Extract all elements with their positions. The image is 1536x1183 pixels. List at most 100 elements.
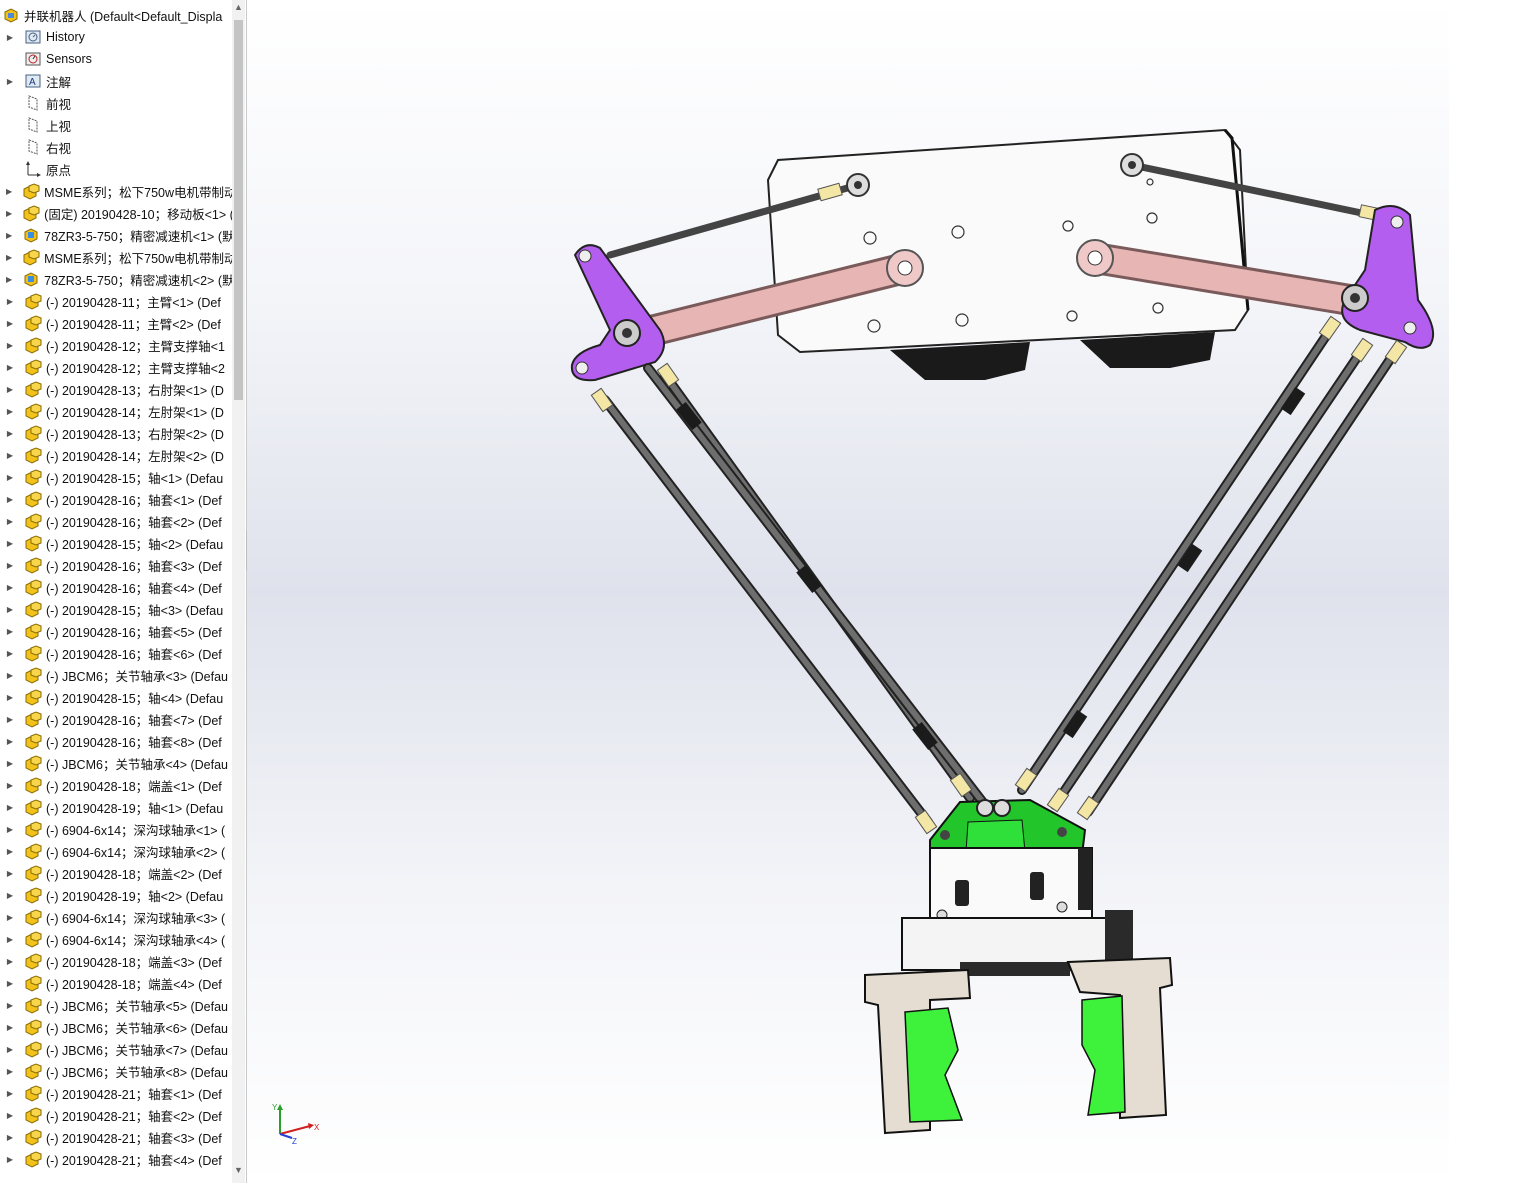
scroll-up-icon[interactable]: ▲ <box>234 2 243 12</box>
tree-item[interactable]: ▶ (-) 6904-6x14；深沟球轴承<4> ( <box>0 928 232 950</box>
tree-item[interactable]: Sensors <box>0 48 232 70</box>
tree-item[interactable]: ▶ (-) 20190428-16；轴套<6> (Def <box>0 642 232 664</box>
tree-item[interactable]: ▶ (-) 6904-6x14；深沟球轴承<2> ( <box>0 840 232 862</box>
expand-arrow-icon[interactable]: ▶ <box>6 972 14 994</box>
tree-item[interactable]: ▶ (-) JBCM6；关节轴承<8> (Defau <box>0 1060 232 1082</box>
expand-arrow-icon[interactable]: ▶ <box>6 334 14 356</box>
expand-arrow-icon[interactable]: ▶ <box>6 642 14 664</box>
expand-arrow-icon[interactable]: ▶ <box>6 356 14 378</box>
expand-arrow-icon[interactable]: ▶ <box>6 510 14 532</box>
tree-item[interactable]: 上视 <box>0 114 232 136</box>
expand-arrow-icon[interactable]: ▶ <box>6 752 14 774</box>
tree-item[interactable]: ▶ (-) 20190428-16；轴套<3> (Def <box>0 554 232 576</box>
tree-item[interactable]: ▶ (-) 20190428-15；轴<1> (Defau <box>0 466 232 488</box>
expand-arrow-icon[interactable]: ▶ <box>6 620 14 642</box>
tree-item[interactable]: ▶ (-) 20190428-13；右肘架<2> (D <box>0 422 232 444</box>
tree-item[interactable]: ▶ (-) 6904-6x14；深沟球轴承<3> ( <box>0 906 232 928</box>
expand-arrow-icon[interactable]: ▶ <box>6 576 14 598</box>
expand-arrow-icon[interactable]: ▶ <box>6 444 14 466</box>
expand-arrow-icon[interactable]: ▶ <box>6 290 14 312</box>
expand-arrow-icon[interactable]: ▶ <box>6 598 14 620</box>
tree-item[interactable]: ▶ 78ZR3-5-750；精密减速机<1> (默 <box>0 224 232 246</box>
expand-arrow-icon[interactable]: ▶ <box>6 664 14 686</box>
tree-item[interactable]: ▶ (-) 20190428-18；端盖<1> (Def <box>0 774 232 796</box>
tree-item[interactable]: ▶ (-) 20190428-18；端盖<2> (Def <box>0 862 232 884</box>
scroll-down-icon[interactable]: ▼ <box>234 1165 243 1175</box>
expand-arrow-icon[interactable]: ▶ <box>6 532 14 554</box>
expand-arrow-icon[interactable]: ▶ <box>6 378 14 400</box>
expand-arrow-icon[interactable]: ▶ <box>6 400 14 422</box>
graphics-viewport[interactable] <box>247 0 1449 1183</box>
expand-arrow-icon[interactable]: ▶ <box>6 906 14 928</box>
expand-arrow-icon[interactable]: ▶ <box>6 1016 14 1038</box>
tree-item[interactable]: ▶ (-) 20190428-21；轴套<3> (Def <box>0 1126 232 1148</box>
expand-arrow-icon[interactable]: ▶ <box>6 26 14 48</box>
tree-scrollbar[interactable]: ▲ ▼ <box>232 0 245 1183</box>
scrollbar-thumb[interactable] <box>234 20 243 400</box>
expand-arrow-icon[interactable]: ▶ <box>6 1082 14 1104</box>
tree-item[interactable]: 原点 <box>0 158 232 180</box>
tree-item[interactable]: ▶ (-) 20190428-16；轴套<8> (Def <box>0 730 232 752</box>
tree-item[interactable]: ▶ (-) 20190428-16；轴套<4> (Def <box>0 576 232 598</box>
tree-item[interactable]: ▶ (-) 20190428-19；轴<1> (Defau <box>0 796 232 818</box>
expand-arrow-icon[interactable]: ▶ <box>6 862 14 884</box>
expand-arrow-icon[interactable]: ▶ <box>6 1148 14 1170</box>
expand-arrow-icon[interactable]: ▶ <box>6 180 12 202</box>
expand-arrow-icon[interactable]: ▶ <box>6 246 12 268</box>
tree-item[interactable]: ▶ (-) 20190428-15；轴<2> (Defau <box>0 532 232 554</box>
tree-item[interactable]: ▶ (固定) 20190428-10；移动板<1> ( <box>0 202 232 224</box>
tree-item[interactable]: ▶ MSME系列；松下750w电机带制动 <box>0 246 232 268</box>
expand-arrow-icon[interactable]: ▶ <box>6 928 14 950</box>
expand-arrow-icon[interactable]: ▶ <box>6 796 14 818</box>
tree-item[interactable]: ▶ (-) 20190428-16；轴套<5> (Def <box>0 620 232 642</box>
tree-item[interactable]: ▶ (-) 20190428-21；轴套<4> (Def <box>0 1148 232 1170</box>
tree-item[interactable]: ▶ (-) 20190428-15；轴<4> (Defau <box>0 686 232 708</box>
tree-item[interactable]: ▶ (-) 20190428-16；轴套<7> (Def <box>0 708 232 730</box>
tree-item[interactable]: ▶ (-) 20190428-11；主臂<1> (Def <box>0 290 232 312</box>
expand-arrow-icon[interactable]: ▶ <box>6 70 14 92</box>
tree-item[interactable]: ▶ (-) 20190428-13；右肘架<1> (D <box>0 378 232 400</box>
expand-arrow-icon[interactable]: ▶ <box>6 1104 14 1126</box>
tree-item[interactable]: ▶ (-) 20190428-18；端盖<4> (Def <box>0 972 232 994</box>
expand-arrow-icon[interactable]: ▶ <box>6 994 14 1016</box>
tree-item[interactable]: ▶ (-) 6904-6x14；深沟球轴承<1> ( <box>0 818 232 840</box>
expand-arrow-icon[interactable]: ▶ <box>6 708 14 730</box>
tree-item[interactable]: ▶ (-) 20190428-11；主臂<2> (Def <box>0 312 232 334</box>
tree-item[interactable]: 前视 <box>0 92 232 114</box>
tree-item[interactable]: ▶ (-) 20190428-15；轴<3> (Defau <box>0 598 232 620</box>
expand-arrow-icon[interactable]: ▶ <box>6 1038 14 1060</box>
tree-item[interactable]: ▶ (-) 20190428-14；左肘架<2> (D <box>0 444 232 466</box>
tree-item[interactable]: ▶ A 注解 <box>0 70 232 92</box>
expand-arrow-icon[interactable]: ▶ <box>6 224 12 246</box>
expand-arrow-icon[interactable]: ▶ <box>6 554 14 576</box>
tree-item[interactable]: ▶ MSME系列；松下750w电机带制动 <box>0 180 232 202</box>
tree-item[interactable]: 右视 <box>0 136 232 158</box>
tree-item[interactable]: ▶ (-) JBCM6；关节轴承<4> (Defau <box>0 752 232 774</box>
tree-item[interactable]: ▶ (-) 20190428-14；左肘架<1> (D <box>0 400 232 422</box>
expand-arrow-icon[interactable]: ▶ <box>6 488 14 510</box>
tree-item[interactable]: ▶ 78ZR3-5-750；精密减速机<2> (默 <box>0 268 232 290</box>
tree-item[interactable]: ▶ (-) JBCM6；关节轴承<6> (Defau <box>0 1016 232 1038</box>
tree-item[interactable]: ▶ (-) 20190428-19；轴<2> (Defau <box>0 884 232 906</box>
expand-arrow-icon[interactable]: ▶ <box>6 686 14 708</box>
tree-item[interactable]: ▶ (-) 20190428-16；轴套<2> (Def <box>0 510 232 532</box>
expand-arrow-icon[interactable]: ▶ <box>6 774 14 796</box>
expand-arrow-icon[interactable]: ▶ <box>6 466 14 488</box>
expand-arrow-icon[interactable]: ▶ <box>6 1126 14 1148</box>
tree-item[interactable]: ▶ History <box>0 26 232 48</box>
tree-item[interactable]: ▶ (-) 20190428-12；主臂支撑轴<1 <box>0 334 232 356</box>
expand-arrow-icon[interactable]: ▶ <box>6 202 12 224</box>
expand-arrow-icon[interactable]: ▶ <box>6 312 14 334</box>
expand-arrow-icon[interactable]: ▶ <box>6 1060 14 1082</box>
tree-item[interactable]: ▶ (-) 20190428-21；轴套<2> (Def <box>0 1104 232 1126</box>
tree-item[interactable]: ▶ (-) 20190428-12；主臂支撑轴<2 <box>0 356 232 378</box>
expand-arrow-icon[interactable]: ▶ <box>6 840 14 862</box>
expand-arrow-icon[interactable]: ▶ <box>6 268 12 290</box>
tree-item[interactable]: ▶ (-) 20190428-16；轴套<1> (Def <box>0 488 232 510</box>
expand-arrow-icon[interactable]: ▶ <box>6 818 14 840</box>
tree-item[interactable]: ▶ (-) 20190428-18；端盖<3> (Def <box>0 950 232 972</box>
expand-arrow-icon[interactable]: ▶ <box>6 422 14 444</box>
expand-arrow-icon[interactable]: ▶ <box>6 730 14 752</box>
expand-arrow-icon[interactable]: ▶ <box>6 950 14 972</box>
tree-item[interactable]: ▶ (-) JBCM6；关节轴承<5> (Defau <box>0 994 232 1016</box>
